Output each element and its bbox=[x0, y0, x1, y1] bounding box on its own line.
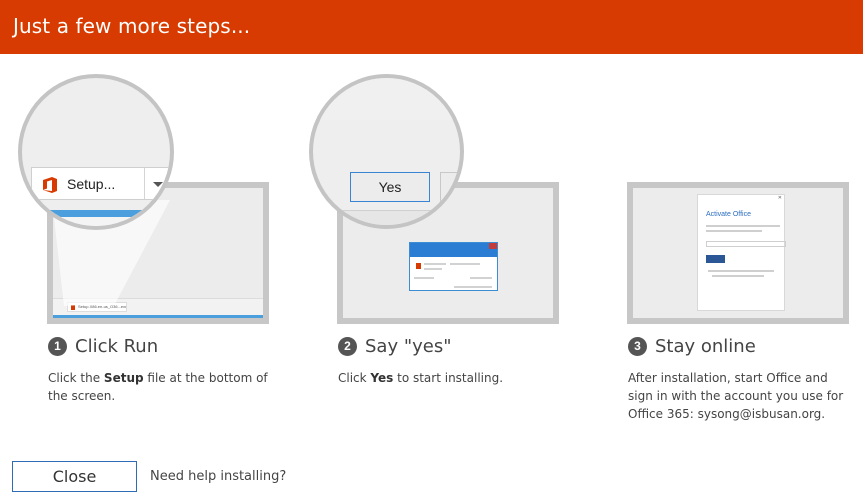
button-divider bbox=[144, 168, 145, 199]
yes-button-zoomed: Yes bbox=[350, 172, 430, 202]
chevron-down-icon bbox=[153, 182, 163, 187]
zoomed-dialog-top bbox=[313, 78, 460, 120]
step-3-heading: 3 Stay online bbox=[628, 336, 756, 357]
step-title: Stay online bbox=[655, 336, 756, 357]
office-logo-icon bbox=[416, 263, 421, 269]
step-2-description: Click Yes to start installing. bbox=[338, 371, 504, 385]
step-3-monitor-illustration: ✕ Activate Office bbox=[627, 182, 849, 324]
step-1-magnifier: Setup... bbox=[18, 74, 174, 230]
step-3-description: After installation, start Office and sig… bbox=[628, 371, 844, 421]
setup-file-name: Setup bbox=[103, 371, 144, 385]
step-1-heading: 1 Click Run bbox=[48, 336, 158, 357]
activate-office-card: ✕ Activate Office bbox=[697, 194, 786, 311]
step-number-badge: 3 bbox=[628, 337, 647, 356]
zoomed-taskbar-accent bbox=[22, 210, 170, 217]
step-number-badge: 1 bbox=[48, 337, 67, 356]
step-title: Click Run bbox=[75, 336, 159, 357]
zoomed-dialog-bottom bbox=[313, 210, 460, 225]
need-help-link[interactable]: Need help installing? bbox=[150, 469, 286, 484]
step-title: Say "yes" bbox=[365, 336, 452, 357]
email-field-mini bbox=[706, 241, 786, 247]
close-button[interactable]: Close bbox=[12, 461, 137, 492]
setup-button-zoomed: Setup... bbox=[31, 167, 170, 200]
dialog-header bbox=[410, 243, 497, 257]
step-2-magnifier: Yes bbox=[309, 74, 464, 229]
close-icon bbox=[489, 243, 497, 249]
uac-dialog-mini bbox=[409, 242, 498, 291]
step-1-description: Click the Setup file at the bottom of th… bbox=[48, 371, 268, 403]
office-logo-icon bbox=[43, 177, 57, 193]
zoomed-screen-area bbox=[22, 217, 170, 226]
activate-office-title: Activate Office bbox=[706, 211, 752, 218]
setup-button-label: Setup... bbox=[67, 176, 116, 192]
next-button-mini bbox=[706, 255, 725, 263]
yes-keyword: Yes bbox=[370, 371, 394, 385]
step-2-heading: 2 Say "yes" bbox=[338, 336, 452, 357]
close-icon: ✕ bbox=[777, 195, 782, 201]
monitor-screen: ✕ Activate Office bbox=[633, 188, 843, 318]
step-number-badge: 2 bbox=[338, 337, 357, 356]
